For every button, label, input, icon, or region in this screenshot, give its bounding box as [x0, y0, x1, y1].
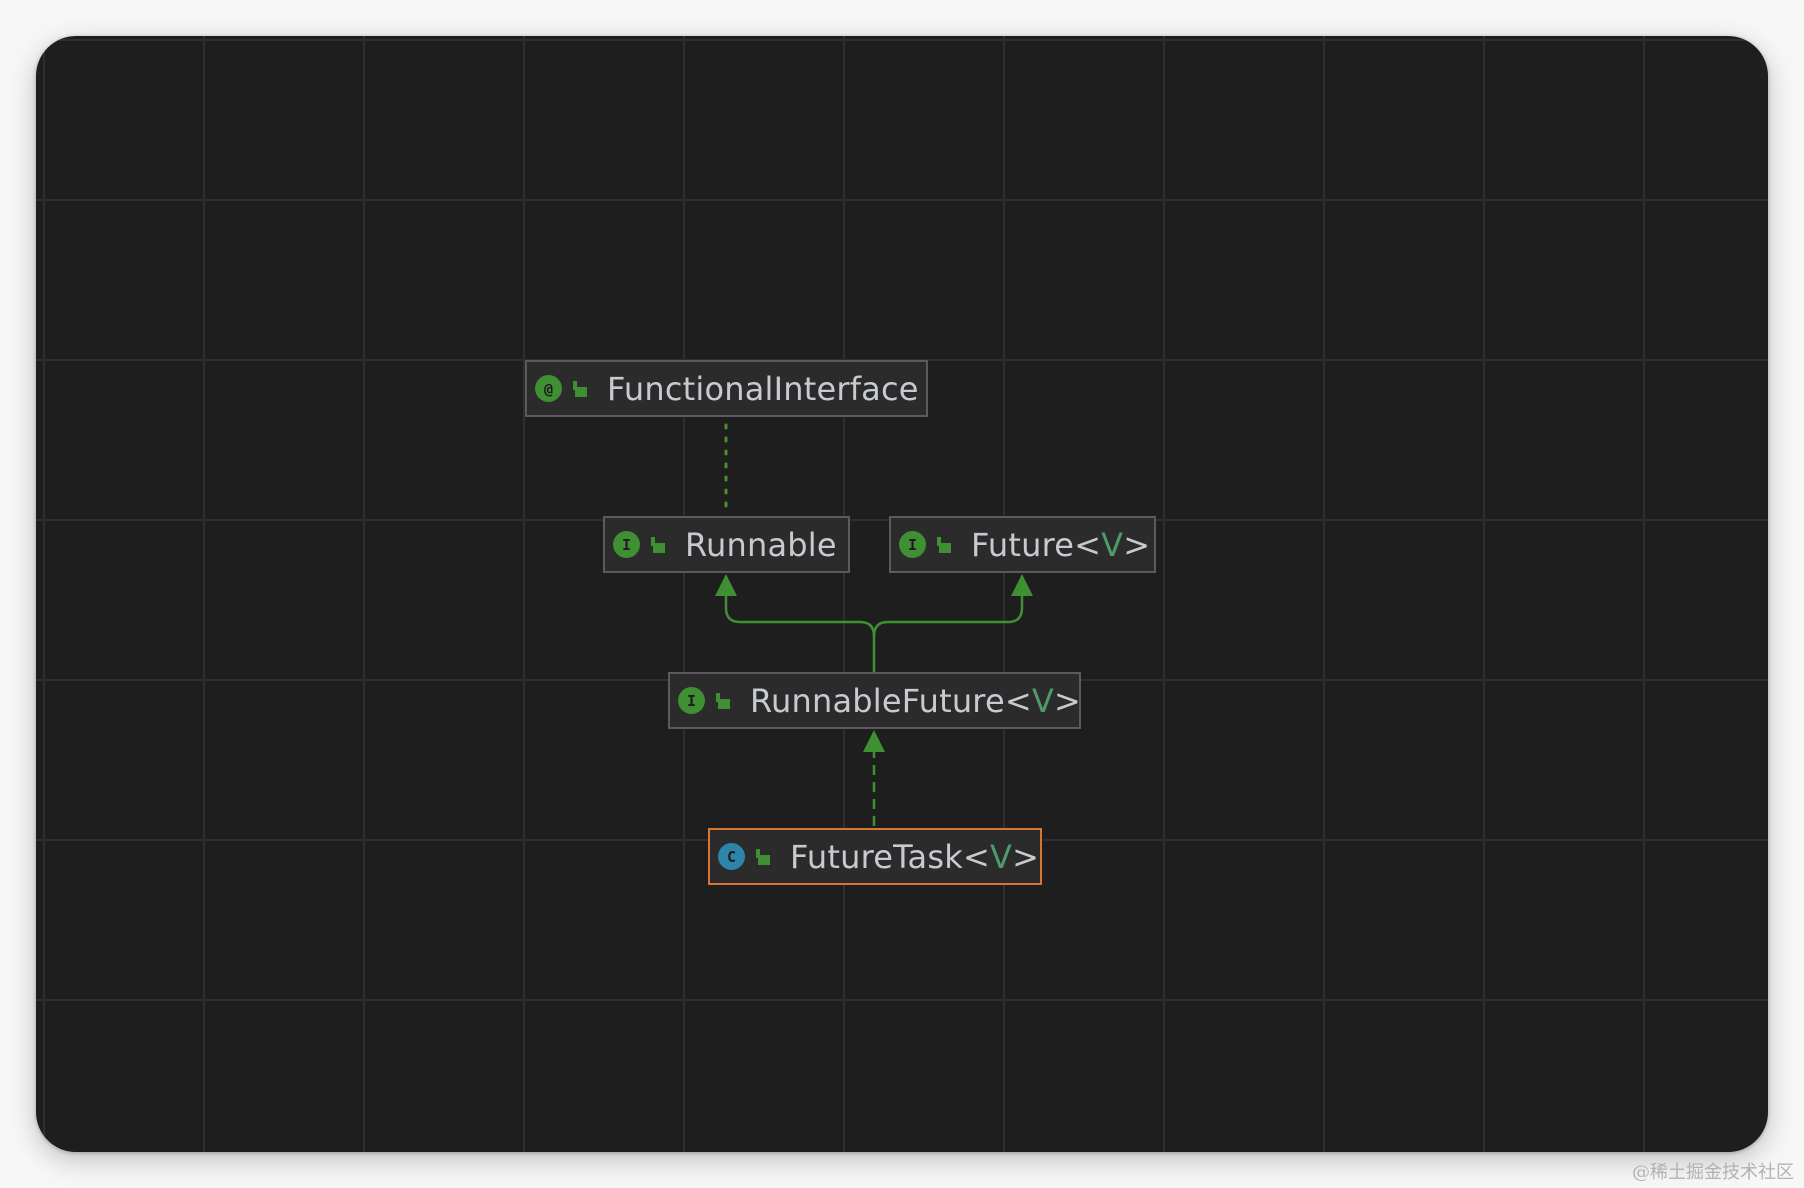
arrowhead-runnable	[715, 574, 737, 596]
watermark: @稀土掘金技术社区	[1632, 1162, 1794, 1183]
edge-runnablefuture-future	[872, 596, 1024, 637]
arrowhead-runnablefuture	[863, 730, 885, 752]
interface-icon: I	[899, 531, 926, 558]
arrowhead-future	[1011, 574, 1033, 596]
node-label: FutureTask<V>	[790, 837, 1040, 876]
interface-icon: I	[613, 531, 640, 558]
node-futuretask[interactable]: C FutureTask<V>	[708, 828, 1042, 885]
interface-icon: I	[678, 687, 705, 714]
public-access-icon	[756, 848, 770, 865]
annotation-icon: @	[535, 375, 562, 402]
public-access-icon	[716, 692, 730, 709]
node-label: RunnableFuture<V>	[750, 681, 1081, 720]
node-runnablefuture[interactable]: I RunnableFuture<V>	[668, 672, 1081, 729]
public-access-icon	[651, 536, 665, 553]
class-icon: C	[718, 843, 745, 870]
type-parameter: V	[1101, 525, 1124, 564]
diagram-edges	[715, 423, 1033, 826]
node-label: Runnable	[685, 525, 837, 564]
edge-runnablefuture-runnable	[724, 596, 876, 672]
diagram-canvas: @ FunctionalInterface I Runnable I Futur…	[36, 36, 1768, 1152]
node-future[interactable]: I Future<V>	[889, 516, 1156, 573]
node-label: FunctionalInterface	[607, 369, 919, 408]
type-parameter: V	[989, 837, 1013, 876]
node-functionalinterface[interactable]: @ FunctionalInterface	[525, 360, 928, 417]
node-runnable[interactable]: I Runnable	[603, 516, 850, 573]
public-access-icon	[573, 380, 587, 397]
public-access-icon	[937, 536, 951, 553]
node-label: Future<V>	[971, 525, 1151, 564]
type-parameter: V	[1031, 681, 1054, 720]
